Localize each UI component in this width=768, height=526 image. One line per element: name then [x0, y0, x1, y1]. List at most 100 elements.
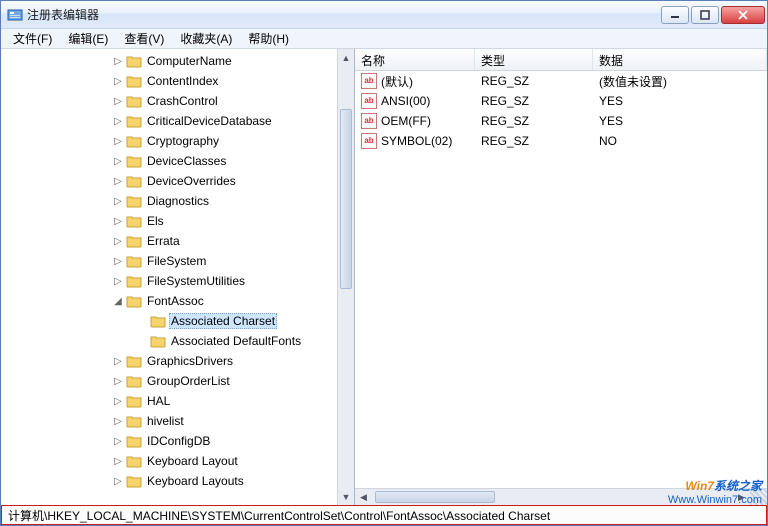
expand-icon[interactable]: ▷	[111, 194, 125, 208]
expand-icon[interactable]: ▷	[111, 134, 125, 148]
value-type: REG_SZ	[475, 94, 593, 108]
tree-item[interactable]: ▷ContentIndex	[1, 71, 354, 91]
scroll-thumb[interactable]	[375, 491, 495, 503]
expand-icon[interactable]: ▷	[111, 234, 125, 248]
folder-icon	[126, 373, 142, 389]
menu-edit[interactable]: 编辑(E)	[60, 28, 116, 49]
expand-icon[interactable]: ▷	[111, 154, 125, 168]
list-body[interactable]: ab(默认)REG_SZ(数值未设置)abANSI(00)REG_SZYESab…	[355, 71, 767, 488]
tree-item[interactable]: ▷ Diagnostics	[1, 191, 354, 211]
expand-icon[interactable]: ▷	[111, 394, 125, 408]
tree-vscrollbar[interactable]: ▲ ▼	[337, 49, 354, 505]
tree-item[interactable]: Associated DefaultFonts	[1, 331, 354, 351]
expand-icon[interactable]: ▷	[111, 374, 125, 388]
menu-view[interactable]: 查看(V)	[116, 28, 172, 49]
scroll-right-arrow-icon[interactable]: ▶	[733, 489, 750, 505]
list-hscrollbar[interactable]: ◀ ▶	[355, 488, 767, 505]
app-icon	[7, 7, 23, 23]
tree-item[interactable]: ▷hivelist	[1, 411, 354, 431]
string-value-icon: ab	[361, 93, 377, 109]
tree-item-label: Els	[145, 213, 166, 229]
list-row[interactable]: abSYMBOL(02)REG_SZNO	[355, 131, 767, 151]
expand-icon[interactable]: ▷	[111, 274, 125, 288]
minimize-button[interactable]	[661, 6, 689, 24]
value-name: (默认)	[381, 73, 413, 90]
expand-icon[interactable]: ▷	[111, 454, 125, 468]
maximize-button[interactable]	[691, 6, 719, 24]
expand-icon[interactable]: ▷	[111, 174, 125, 188]
col-data[interactable]: 数据	[593, 49, 767, 70]
expand-icon[interactable]: ▷	[111, 354, 125, 368]
value-data: NO	[593, 134, 767, 148]
tree-item[interactable]: ▷ Cryptography	[1, 131, 354, 151]
no-toggle	[135, 334, 149, 348]
tree-item[interactable]: ▷Keyboard Layout	[1, 451, 354, 471]
folder-icon	[126, 453, 142, 469]
titlebar[interactable]: 注册表编辑器	[1, 1, 767, 29]
folder-icon	[126, 73, 142, 89]
tree-item-label: DeviceOverrides	[145, 173, 238, 189]
list-header[interactable]: 名称 类型 数据	[355, 49, 767, 71]
value-name: SYMBOL(02)	[381, 134, 452, 148]
list-row[interactable]: abOEM(FF)REG_SZYES	[355, 111, 767, 131]
tree-item[interactable]: ▷Keyboard Layouts	[1, 471, 354, 491]
folder-icon	[126, 273, 142, 289]
folder-icon	[126, 413, 142, 429]
folder-icon	[126, 113, 142, 129]
value-data: (数值未设置)	[593, 73, 767, 90]
list-row[interactable]: abANSI(00)REG_SZYES	[355, 91, 767, 111]
expand-icon[interactable]: ▷	[111, 414, 125, 428]
tree-pane: ▷ComputerName▷ContentIndex▷CrashControl▷…	[1, 49, 355, 505]
tree-item[interactable]: ▷IDConfigDB	[1, 431, 354, 451]
tree-item[interactable]: ▷ HAL	[1, 391, 354, 411]
tree-item[interactable]: ▷FileSystem	[1, 251, 354, 271]
menu-file[interactable]: 文件(F)	[5, 28, 60, 49]
tree-item[interactable]: ▷ DeviceOverrides	[1, 171, 354, 191]
col-type[interactable]: 类型	[475, 49, 593, 70]
tree-item[interactable]: ▷ComputerName	[1, 51, 354, 71]
scroll-down-arrow-icon[interactable]: ▼	[338, 488, 354, 505]
expand-icon[interactable]: ▷	[111, 214, 125, 228]
scroll-thumb[interactable]	[340, 109, 352, 289]
col-name[interactable]: 名称	[355, 49, 475, 70]
close-button[interactable]	[721, 6, 765, 24]
tree-item[interactable]: ▷ Els	[1, 211, 354, 231]
tree-item[interactable]: ▷CriticalDeviceDatabase	[1, 111, 354, 131]
tree-item[interactable]: ▷Errata	[1, 231, 354, 251]
tree[interactable]: ▷ComputerName▷ContentIndex▷CrashControl▷…	[1, 49, 354, 493]
scroll-up-arrow-icon[interactable]: ▲	[338, 49, 354, 66]
tree-item-label: Cryptography	[145, 133, 221, 149]
tree-item[interactable]: ▷ DeviceClasses	[1, 151, 354, 171]
expand-icon[interactable]: ▷	[111, 474, 125, 488]
expand-icon[interactable]: ▷	[111, 114, 125, 128]
no-toggle	[135, 314, 149, 328]
window-title: 注册表编辑器	[27, 6, 661, 23]
tree-item[interactable]: ▷GroupOrderList	[1, 371, 354, 391]
tree-item-label: Associated Charset	[169, 313, 277, 329]
folder-icon	[126, 473, 142, 489]
tree-item-label: Diagnostics	[145, 193, 211, 209]
menu-favorites[interactable]: 收藏夹(A)	[172, 28, 240, 49]
body: ▷ComputerName▷ContentIndex▷CrashControl▷…	[1, 49, 767, 505]
tree-item[interactable]: ▷FileSystemUtilities	[1, 271, 354, 291]
tree-item[interactable]: Associated Charset	[1, 311, 354, 331]
tree-item-label: DeviceClasses	[145, 153, 228, 169]
expand-icon[interactable]: ▷	[111, 434, 125, 448]
tree-item-label: HAL	[145, 393, 172, 409]
scroll-left-arrow-icon[interactable]: ◀	[355, 489, 372, 505]
value-type: REG_SZ	[475, 74, 593, 88]
expand-icon[interactable]: ▷	[111, 254, 125, 268]
collapse-icon[interactable]: ◢	[111, 294, 125, 308]
string-value-icon: ab	[361, 133, 377, 149]
folder-icon	[126, 193, 142, 209]
menu-help[interactable]: 帮助(H)	[240, 28, 297, 49]
expand-icon[interactable]: ▷	[111, 54, 125, 68]
tree-item[interactable]: ▷CrashControl	[1, 91, 354, 111]
list-row[interactable]: ab(默认)REG_SZ(数值未设置)	[355, 71, 767, 91]
expand-icon[interactable]: ▷	[111, 74, 125, 88]
expand-icon[interactable]: ▷	[111, 94, 125, 108]
string-value-icon: ab	[361, 113, 377, 129]
resize-grip-icon[interactable]	[750, 489, 767, 505]
tree-item[interactable]: ◢FontAssoc	[1, 291, 354, 311]
tree-item[interactable]: ▷GraphicsDrivers	[1, 351, 354, 371]
